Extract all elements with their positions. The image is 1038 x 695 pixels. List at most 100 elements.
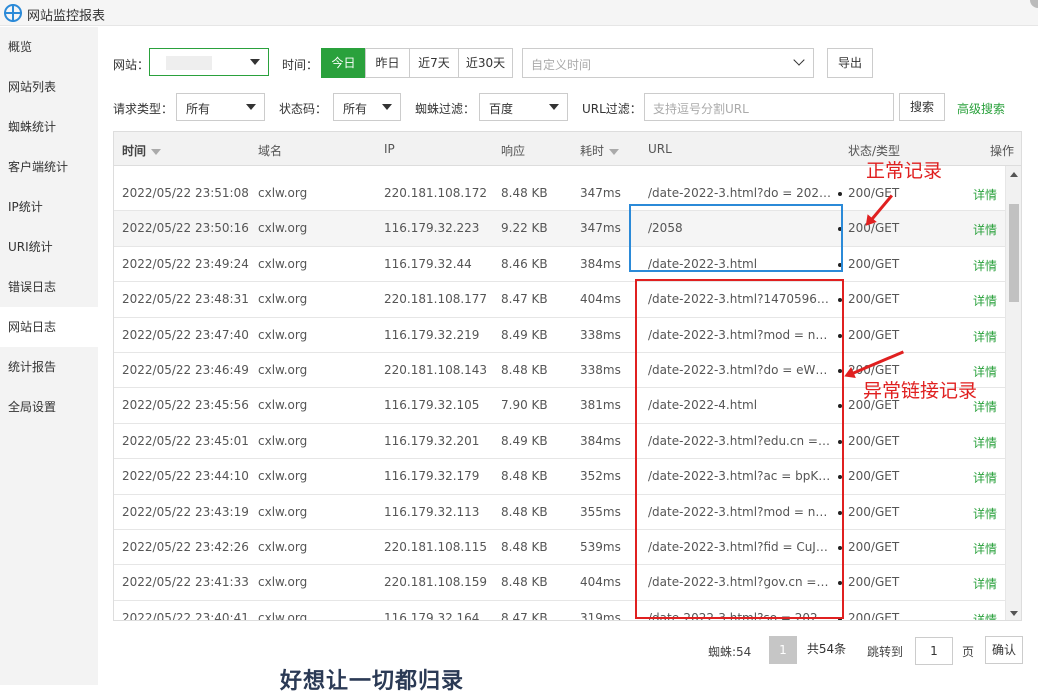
- detail-link[interactable]: 详情: [973, 221, 997, 238]
- td-cost: 384ms: [580, 433, 621, 448]
- td-ip: 220.181.108.159: [384, 575, 488, 590]
- confirm-button[interactable]: 确认: [985, 636, 1023, 664]
- td-resp: 8.48 KB: [501, 575, 548, 590]
- sidebar-item-uri-stats[interactable]: URI统计: [0, 227, 98, 267]
- td-resp: 9.22 KB: [501, 221, 548, 236]
- detail-link[interactable]: 详情: [973, 292, 997, 309]
- url-filter-placeholder: 支持逗号分割URL: [653, 102, 749, 116]
- td-status: 200/GET: [848, 256, 900, 271]
- main-content: 网站： 时间： 今日 昨日 近7天 近30天 自定义时间 导出 请求类型： 所有…: [98, 27, 1038, 685]
- normal-records-box: [629, 204, 843, 272]
- td-resp: 7.90 KB: [501, 398, 548, 413]
- table-scrollbar[interactable]: [1005, 166, 1021, 620]
- sidebar-item-global-settings[interactable]: 全局设置: [0, 387, 98, 427]
- title-bar: 网站监控报表: [0, 0, 1038, 26]
- td-cost: 539ms: [580, 540, 621, 554]
- td-time: 2022/05/22 23:43:19: [122, 504, 249, 519]
- sidebar-item-site-list[interactable]: 网站列表: [0, 67, 98, 107]
- th-cost[interactable]: 耗时: [580, 142, 620, 159]
- td-resp: 8.49 KB: [501, 327, 548, 342]
- bullet-icon: [838, 192, 842, 196]
- td-time: 2022/05/22 23:45:01: [122, 433, 249, 448]
- time-today-button[interactable]: 今日: [321, 48, 366, 78]
- url-filter-input[interactable]: 支持逗号分割URL: [644, 93, 894, 121]
- sidebar-item-ip-stats[interactable]: IP统计: [0, 187, 98, 227]
- td-resp: 8.47 KB: [501, 610, 548, 621]
- spider-value: 百度: [489, 102, 514, 116]
- sidebar-item-site-log[interactable]: 网站日志: [0, 307, 98, 347]
- detail-link[interactable]: 详情: [973, 505, 997, 522]
- td-time: 2022/05/22 23:50:16: [122, 221, 249, 236]
- td-ip: 116.179.32.105: [384, 398, 480, 413]
- req-type-value: 所有: [186, 102, 211, 116]
- td-url: /date-2022-3.html?do = 20220...: [648, 186, 832, 200]
- th-url: URL: [648, 142, 672, 156]
- td-cost: 404ms: [580, 575, 621, 590]
- site-select[interactable]: [149, 48, 269, 76]
- td-domain: cxlw.org: [258, 504, 308, 519]
- detail-link[interactable]: 详情: [973, 434, 997, 451]
- abnormal-records-box: [635, 279, 844, 619]
- chevron-down-icon: [250, 59, 260, 65]
- td-time: 2022/05/22 23:47:40: [122, 327, 249, 342]
- td-ip: 116.179.32.223: [384, 221, 480, 236]
- sidebar-item-overview[interactable]: 概览: [0, 27, 98, 67]
- td-domain: cxlw.org: [258, 256, 308, 271]
- th-ip: IP: [384, 142, 395, 156]
- td-time: 2022/05/22 23:46:49: [122, 363, 249, 377]
- detail-link[interactable]: 详情: [973, 540, 997, 557]
- time-30days-button[interactable]: 近30天: [458, 48, 513, 78]
- window-corner: [1030, 0, 1038, 8]
- sidebar: 概览 网站列表 蜘蛛统计 客户端统计 IP统计 URI统计 错误日志 网站日志 …: [0, 27, 98, 685]
- td-status: 200/GET: [848, 504, 900, 519]
- detail-link[interactable]: 详情: [973, 328, 997, 345]
- spider-select[interactable]: 百度: [479, 93, 568, 121]
- td-cost: 404ms: [580, 292, 621, 307]
- advanced-search-link[interactable]: 高级搜索: [957, 100, 1005, 117]
- time-yesterday-button[interactable]: 昨日: [365, 48, 410, 78]
- total-count: 共54条: [798, 636, 855, 664]
- scroll-up-icon[interactable]: [1010, 172, 1018, 177]
- td-domain: cxlw.org: [258, 575, 308, 590]
- table-row: 2022/05/22 23:43:19 cxlw.org 116.179.32.11…: [114, 495, 1007, 530]
- normal-annotation: 正常记录: [866, 160, 943, 182]
- td-time: 2022/05/22 23:42:26: [122, 540, 249, 554]
- detail-link[interactable]: 详情: [973, 186, 997, 203]
- td-time: 2022/05/22 23:51:08: [122, 186, 249, 200]
- status-label: 状态码：: [279, 102, 328, 116]
- detail-link[interactable]: 详情: [973, 257, 997, 274]
- sort-icon: [151, 148, 162, 155]
- sidebar-item-error-log[interactable]: 错误日志: [0, 267, 98, 307]
- detail-link[interactable]: 详情: [973, 469, 997, 486]
- custom-time-input[interactable]: 自定义时间: [522, 48, 814, 78]
- td-ip: 220.181.108.115: [384, 540, 488, 554]
- jump-page-input[interactable]: 1: [915, 637, 953, 665]
- td-resp: 8.47 KB: [501, 292, 548, 307]
- td-domain: cxlw.org: [258, 221, 308, 236]
- td-cost: 355ms: [580, 504, 621, 519]
- sidebar-item-report[interactable]: 统计报告: [0, 347, 98, 387]
- table-row: 2022/05/22 23:40:41 cxlw.org 116.179.32.16…: [114, 601, 1007, 621]
- scroll-thumb[interactable]: [1009, 204, 1019, 302]
- td-ip: 116.179.32.179: [384, 469, 480, 484]
- detail-link[interactable]: 详情: [973, 575, 997, 592]
- th-time[interactable]: 时间: [122, 142, 162, 159]
- time-7days-button[interactable]: 近7天: [409, 48, 459, 78]
- td-ip: 220.181.108.143: [384, 363, 488, 377]
- scroll-down-icon[interactable]: [1010, 611, 1018, 616]
- td-ip: 116.179.32.219: [384, 327, 480, 342]
- spider-count: 蜘蛛:54: [708, 645, 752, 659]
- sidebar-item-client-stats[interactable]: 客户端统计: [0, 147, 98, 187]
- search-button[interactable]: 搜索: [899, 93, 945, 121]
- sort-icon: [609, 148, 620, 155]
- export-button[interactable]: 导出: [827, 48, 873, 78]
- td-time: 2022/05/22 23:45:56: [122, 398, 249, 413]
- sidebar-item-spider-stats[interactable]: 蜘蛛统计: [0, 107, 98, 147]
- status-select[interactable]: 所有: [333, 93, 401, 121]
- page-unit: 页: [962, 645, 975, 659]
- req-type-select[interactable]: 所有: [176, 93, 265, 121]
- chevron-down-icon: [793, 54, 805, 66]
- detail-link[interactable]: 详情: [973, 611, 997, 620]
- page-1-button[interactable]: 1: [769, 636, 797, 664]
- td-resp: 8.46 KB: [501, 256, 548, 271]
